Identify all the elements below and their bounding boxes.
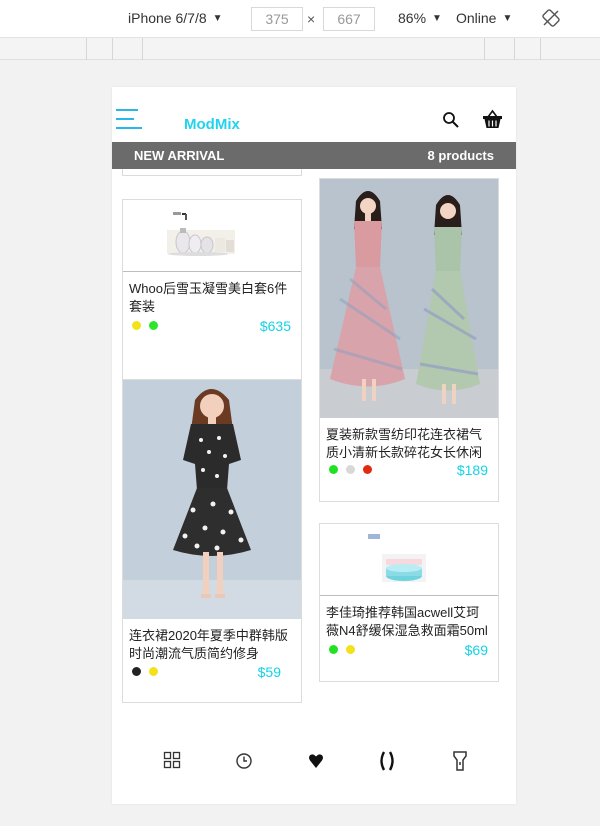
hamburger-icon[interactable] (116, 109, 142, 129)
chevron-down-icon: ▼ (212, 12, 223, 24)
color-swatch (329, 645, 338, 654)
product-title: 夏装新款雪纺印花连衣裙气质小清新长款碎花女长休闲 (326, 427, 483, 460)
color-swatches (132, 667, 158, 676)
product-title: 连衣裙2020年夏季中群韩版时尚潮流气质简约修身 (129, 628, 288, 661)
heart-icon[interactable] (308, 753, 328, 775)
product-card[interactable]: 夏装新款雪纺印花连衣裙气质小清新长款碎花女长休闲 $189 (319, 178, 499, 502)
basket-icon[interactable] (482, 109, 502, 129)
app-header: ModMix (112, 87, 516, 142)
product-price: $69 (464, 642, 488, 658)
color-swatches (329, 465, 372, 474)
height-input[interactable]: 667 (323, 7, 375, 31)
color-swatch (346, 465, 355, 474)
device-select[interactable]: iPhone 6/7/8 ▼ (128, 10, 223, 26)
devtools-toolbar: iPhone 6/7/8 ▼ 375 × 667 86% ▼ Online ▼ (0, 0, 600, 38)
bottom-nav (112, 743, 516, 783)
product-title: 李佳琦推荐韩国acwell艾珂薇N4舒缓保湿急救面霜50ml (326, 605, 488, 638)
new-arrival-banner: NEW ARRIVAL 8 products (112, 142, 516, 169)
zoom-select[interactable]: 86% ▼ (398, 10, 442, 26)
chevron-down-icon: ▼ (502, 12, 513, 24)
product-title: Whoo后雪玉凝雪美白套6件套装 (129, 281, 288, 314)
color-swatch (363, 465, 372, 474)
product-card[interactable]: 连衣裙2020年夏季中群韩版时尚潮流气质简约修身 $59 (122, 379, 302, 703)
rotate-icon (542, 9, 560, 27)
clock-icon[interactable] (235, 752, 255, 774)
color-swatches (132, 321, 158, 330)
times-sign: × (307, 11, 316, 27)
app-logo[interactable]: ModMix (184, 116, 240, 133)
banner-title: NEW ARRIVAL (134, 148, 225, 163)
color-swatch (132, 321, 141, 330)
product-price: $189 (456, 462, 488, 478)
product-count: 8 products (427, 148, 494, 163)
phone-viewport: ModMix NEW ARRIVAL 8 products Whoo后雪玉凝雪美… (112, 87, 516, 804)
rotate-button[interactable] (542, 9, 560, 27)
product-card[interactable]: Whoo后雪玉凝雪美白套6件套装 $635 (122, 199, 302, 382)
color-swatch (329, 465, 338, 474)
network-label: Online (456, 10, 497, 26)
color-swatch (346, 645, 355, 654)
media-query-ruler (0, 38, 600, 60)
chevron-down-icon: ▼ (432, 12, 442, 24)
brackets-icon[interactable] (378, 750, 398, 772)
network-select[interactable]: Online ▼ (456, 10, 512, 26)
width-input[interactable]: 375 (251, 7, 303, 31)
search-icon[interactable] (442, 111, 462, 131)
color-swatch (132, 667, 141, 676)
color-swatches (329, 645, 355, 654)
color-swatch (149, 667, 158, 676)
product-image (123, 200, 301, 272)
grid-icon[interactable] (163, 751, 183, 773)
product-image (123, 380, 301, 619)
product-image (320, 179, 498, 418)
color-swatch (149, 321, 158, 330)
flashlight-icon[interactable] (452, 750, 472, 772)
zoom-label: 86% (398, 10, 427, 26)
product-card-partial (122, 169, 302, 176)
device-label: iPhone 6/7/8 (128, 10, 207, 26)
product-image (320, 524, 498, 596)
product-card[interactable]: 李佳琦推荐韩国acwell艾珂薇N4舒缓保湿急救面霜50ml $69 (319, 523, 499, 682)
product-price: $635 (259, 318, 291, 334)
product-price: $59 (257, 664, 281, 680)
